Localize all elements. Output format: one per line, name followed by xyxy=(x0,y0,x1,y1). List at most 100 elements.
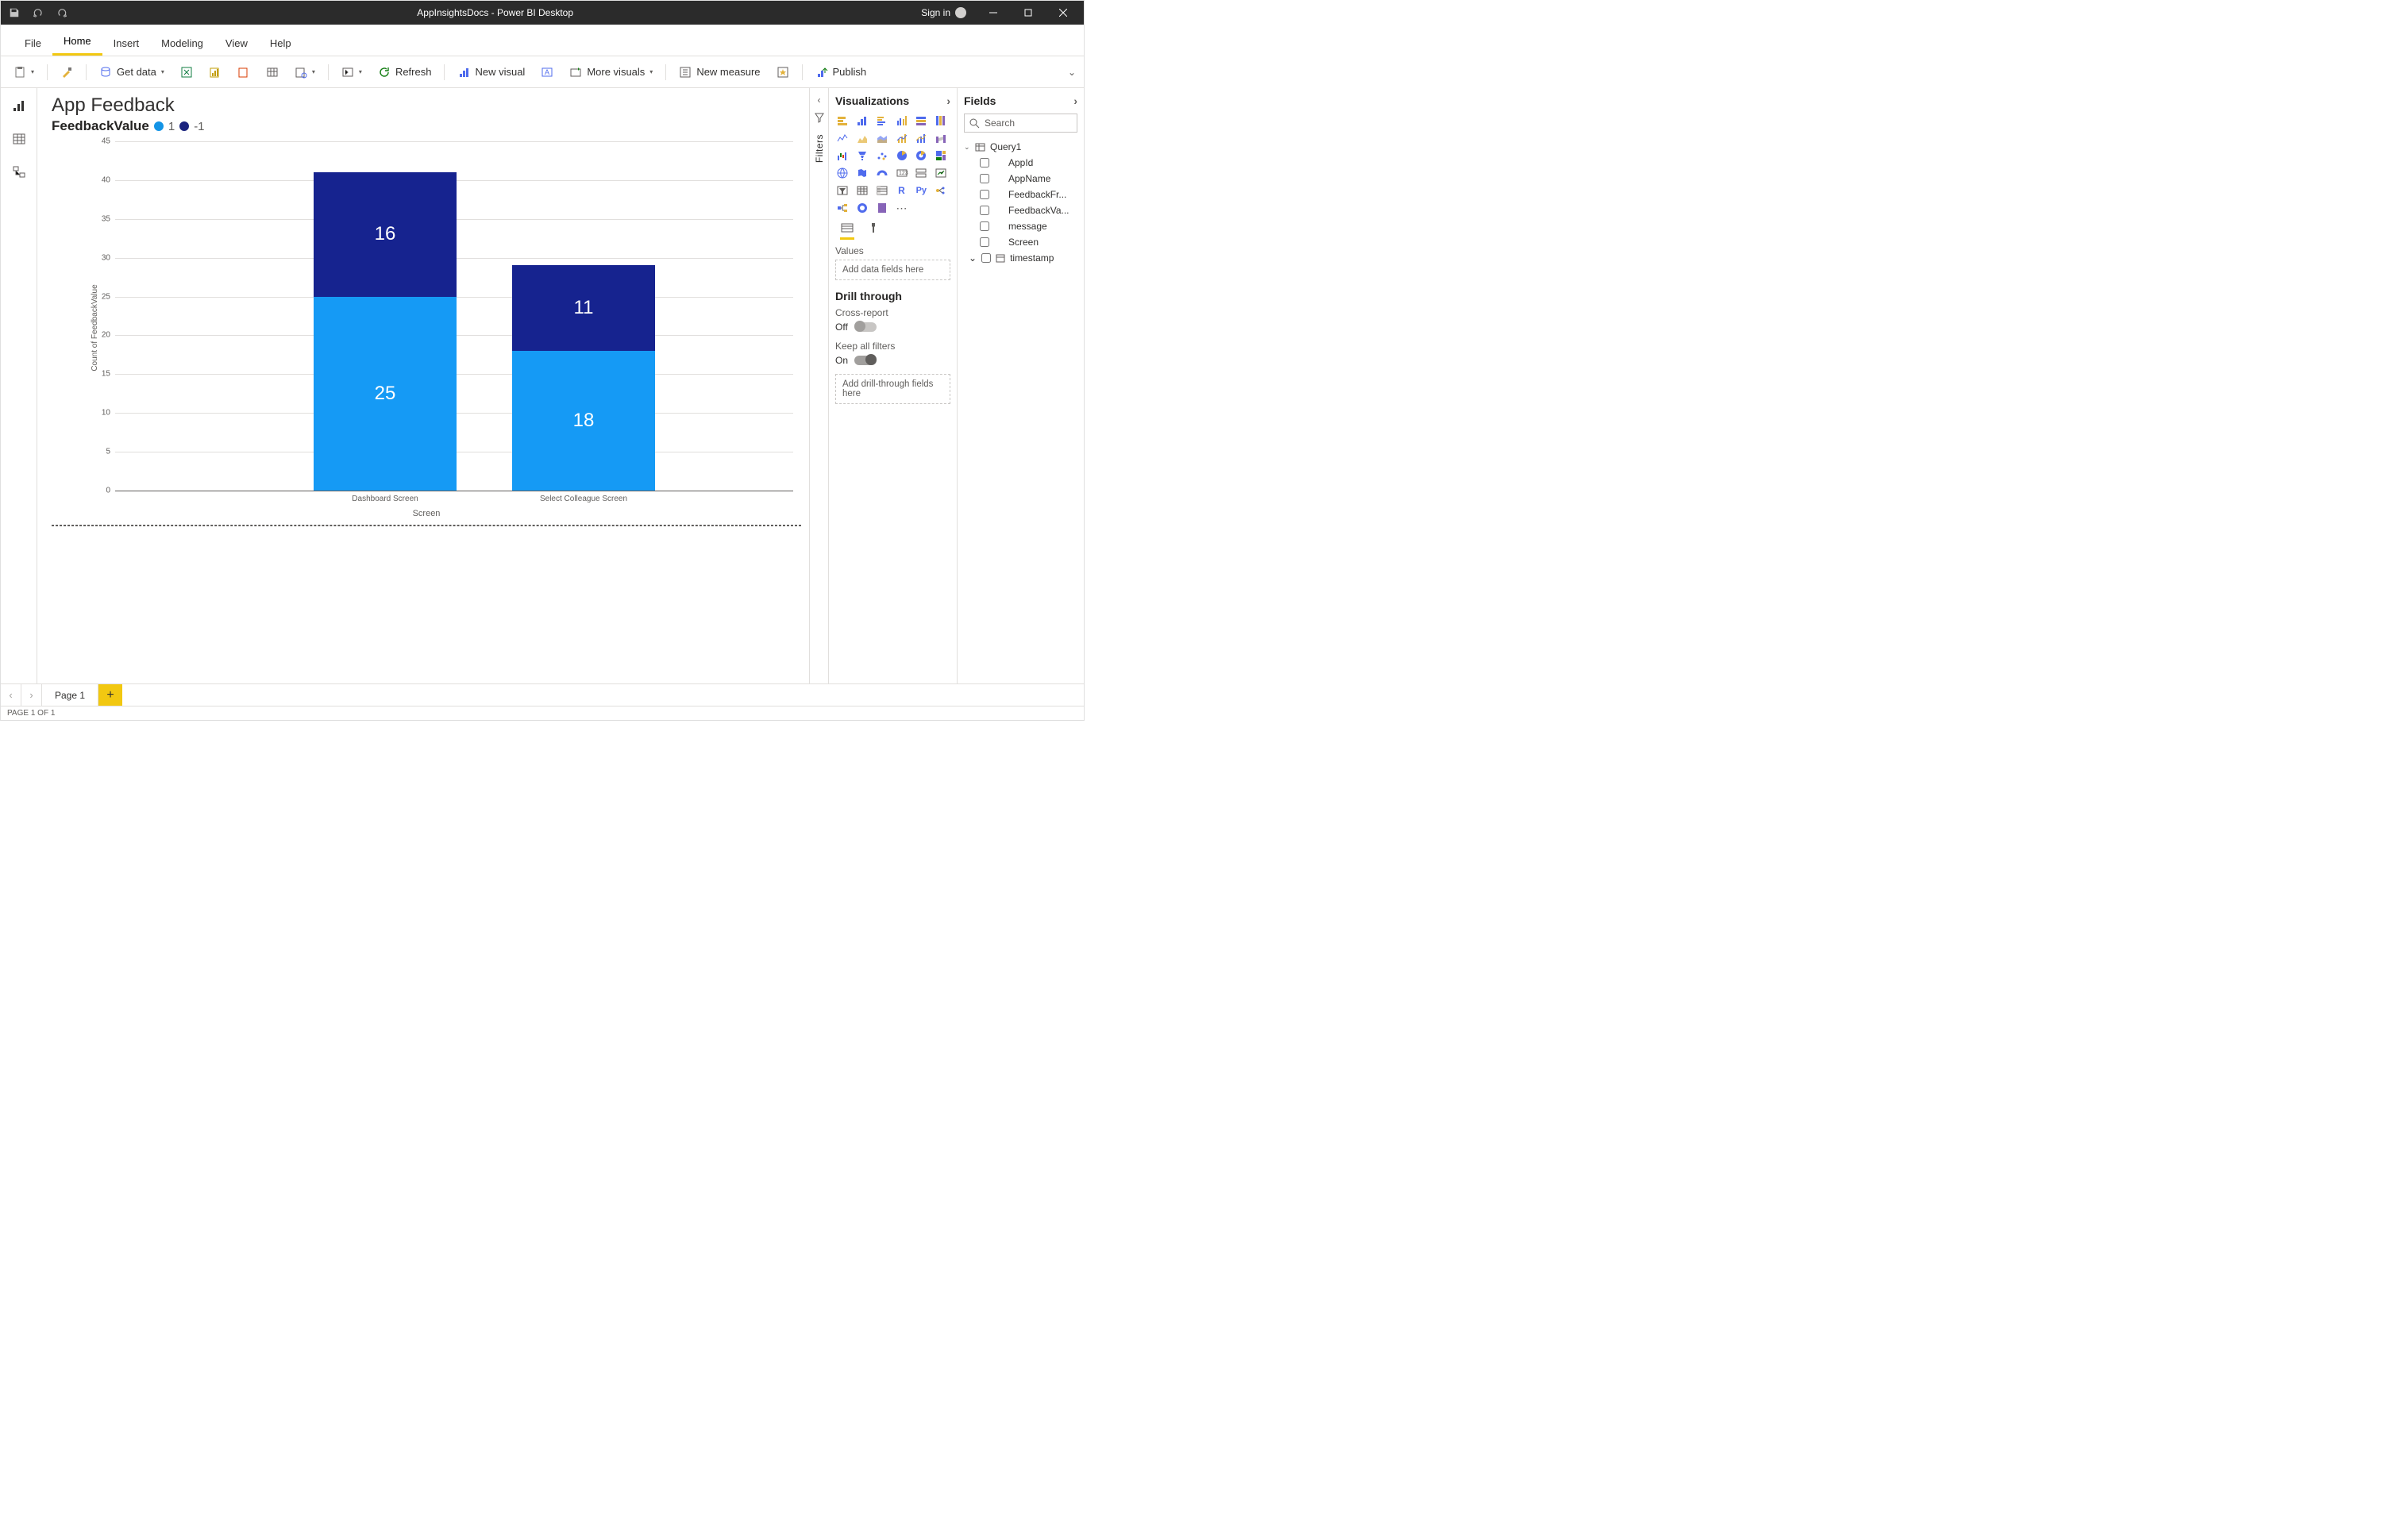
menu-insert[interactable]: Insert xyxy=(102,31,151,56)
data-view-button[interactable] xyxy=(10,129,29,148)
menu-modeling[interactable]: Modeling xyxy=(150,31,214,56)
donut-icon[interactable] xyxy=(914,148,928,163)
key-influencers-icon[interactable] xyxy=(934,183,948,198)
report-view-button[interactable] xyxy=(10,96,29,115)
card-icon[interactable]: 123 xyxy=(895,166,909,180)
menu-file[interactable]: File xyxy=(13,31,52,56)
field-appid[interactable]: AppId xyxy=(964,155,1077,171)
qa-visual-icon[interactable] xyxy=(855,201,869,215)
text-box-button[interactable]: A xyxy=(534,60,560,84)
new-measure-button[interactable]: New measure xyxy=(673,60,766,84)
table-visual-icon[interactable] xyxy=(855,183,869,198)
transform-data-button[interactable]: ▾ xyxy=(335,60,368,84)
line-clustered-column-icon[interactable] xyxy=(914,131,928,145)
field-screen[interactable]: Screen xyxy=(964,234,1077,250)
bar-dashboard-screen[interactable]: 2516 xyxy=(314,141,457,491)
menu-home[interactable]: Home xyxy=(52,29,102,56)
fields-tab[interactable] xyxy=(840,221,854,240)
decomposition-tree-icon[interactable] xyxy=(835,201,850,215)
format-painter-button[interactable] xyxy=(54,60,79,84)
more-visuals-button[interactable]: More visuals▾ xyxy=(563,60,659,84)
area-chart-icon[interactable] xyxy=(855,131,869,145)
slicer-icon[interactable] xyxy=(835,183,850,198)
field-checkbox[interactable] xyxy=(980,237,989,247)
refresh-button[interactable]: Refresh xyxy=(372,60,438,84)
chevron-right-icon[interactable]: › xyxy=(1073,94,1077,107)
sign-in-button[interactable]: Sign in xyxy=(921,7,966,18)
pbi-source-button[interactable] xyxy=(202,60,228,84)
quick-measure-button[interactable] xyxy=(770,60,796,84)
more-visuals-ellipsis[interactable]: ⋯ xyxy=(895,201,909,215)
clustered-column-icon[interactable] xyxy=(895,114,909,128)
redo-icon[interactable] xyxy=(55,6,69,20)
hundred-stacked-column-icon[interactable] xyxy=(934,114,948,128)
add-page-button[interactable]: + xyxy=(98,684,122,706)
new-visual-button[interactable]: New visual xyxy=(451,60,531,84)
gauge-icon[interactable] xyxy=(875,166,889,180)
keep-filters-toggle[interactable] xyxy=(854,356,877,365)
stacked-column-icon[interactable] xyxy=(855,114,869,128)
line-stacked-column-icon[interactable] xyxy=(895,131,909,145)
chevron-right-icon[interactable]: › xyxy=(946,94,950,107)
filled-map-icon[interactable] xyxy=(855,166,869,180)
format-tab[interactable] xyxy=(867,221,880,240)
field-checkbox[interactable] xyxy=(981,253,991,263)
map-icon[interactable] xyxy=(835,166,850,180)
menu-help[interactable]: Help xyxy=(259,31,303,56)
save-icon[interactable] xyxy=(7,6,21,20)
multi-row-card-icon[interactable] xyxy=(914,166,928,180)
matrix-icon[interactable] xyxy=(875,183,889,198)
stacked-area-icon[interactable] xyxy=(875,131,889,145)
report-canvas[interactable]: App Feedback FeedbackValue 1 -1 Count of… xyxy=(37,88,809,683)
stacked-bar-chart[interactable]: Count of FeedbackValue 05101520253035404… xyxy=(52,137,801,518)
hundred-stacked-bar-icon[interactable] xyxy=(914,114,928,128)
table-node-query1[interactable]: ⌄Query1 xyxy=(964,139,1077,155)
field-timestamp[interactable]: ⌄timestamp xyxy=(964,250,1077,266)
sql-source-button[interactable] xyxy=(231,60,256,84)
funnel-icon[interactable] xyxy=(855,148,869,163)
drill-through-drop-well[interactable]: Add drill-through fields here xyxy=(835,374,950,404)
fields-search-input[interactable]: Search xyxy=(964,114,1077,133)
filters-pane-collapsed[interactable]: ‹ Filters xyxy=(809,88,828,683)
close-button[interactable] xyxy=(1046,1,1081,25)
pie-icon[interactable] xyxy=(895,148,909,163)
excel-source-button[interactable] xyxy=(174,60,199,84)
scatter-icon[interactable] xyxy=(875,148,889,163)
page-prev-button[interactable]: ‹ xyxy=(1,684,21,706)
field-message[interactable]: message xyxy=(964,218,1077,234)
values-drop-well[interactable]: Add data fields here xyxy=(835,260,950,280)
minimize-button[interactable] xyxy=(976,1,1011,25)
field-checkbox[interactable] xyxy=(980,158,989,167)
waterfall-icon[interactable] xyxy=(835,148,850,163)
ribbon-overflow-button[interactable]: ⌄ xyxy=(1068,66,1084,78)
undo-icon[interactable] xyxy=(31,6,45,20)
field-checkbox[interactable] xyxy=(980,206,989,215)
model-view-button[interactable] xyxy=(10,163,29,182)
kpi-icon[interactable] xyxy=(934,166,948,180)
field-feedbackva[interactable]: FeedbackVa... xyxy=(964,202,1077,218)
get-data-button[interactable]: Get data▾ xyxy=(93,60,171,84)
page-tab-1[interactable]: Page 1 xyxy=(42,684,98,706)
field-checkbox[interactable] xyxy=(980,190,989,199)
r-visual-icon[interactable]: R xyxy=(895,183,909,198)
treemap-icon[interactable] xyxy=(934,148,948,163)
publish-button[interactable]: Publish xyxy=(809,60,873,84)
field-checkbox[interactable] xyxy=(980,174,989,183)
page-next-button[interactable]: › xyxy=(21,684,42,706)
ribbon-chart-icon[interactable] xyxy=(934,131,948,145)
bar-select-colleague-screen[interactable]: 1811 xyxy=(512,141,655,491)
field-checkbox[interactable] xyxy=(980,221,989,231)
line-chart-icon[interactable] xyxy=(835,131,850,145)
maximize-button[interactable] xyxy=(1011,1,1046,25)
stacked-bar-icon[interactable] xyxy=(835,114,850,128)
recent-sources-button[interactable]: ▾ xyxy=(288,60,322,84)
cross-report-toggle[interactable] xyxy=(854,322,877,332)
field-feedbackfr[interactable]: FeedbackFr... xyxy=(964,187,1077,202)
field-appname[interactable]: AppName xyxy=(964,171,1077,187)
paste-button[interactable]: ▾ xyxy=(7,60,40,84)
paginated-icon[interactable] xyxy=(875,201,889,215)
clustered-bar-icon[interactable] xyxy=(875,114,889,128)
menu-view[interactable]: View xyxy=(214,31,259,56)
enter-data-button[interactable] xyxy=(260,60,285,84)
py-visual-icon[interactable]: Py xyxy=(914,183,928,198)
